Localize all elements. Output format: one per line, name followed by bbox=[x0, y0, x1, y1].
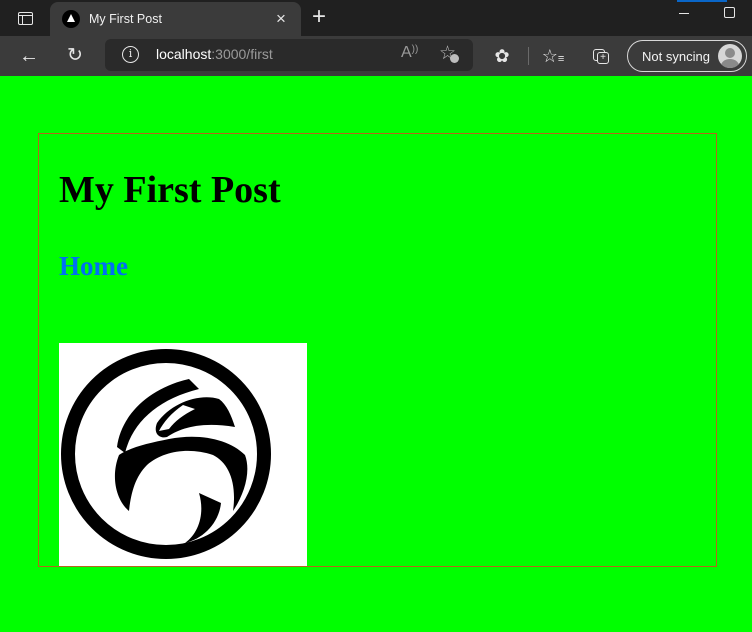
read-aloud-icon[interactable]: A)) bbox=[401, 44, 418, 62]
minimize-window-button[interactable] bbox=[675, 6, 695, 20]
avatar-head bbox=[725, 48, 735, 58]
reload-button[interactable]: ↻ bbox=[60, 41, 90, 71]
tab-actions-button[interactable] bbox=[10, 5, 40, 31]
add-favorite-icon[interactable]: ☆ bbox=[439, 42, 459, 65]
home-link[interactable]: Home bbox=[59, 251, 128, 282]
favorites-lines: ≡ bbox=[557, 53, 565, 65]
address-bar[interactable]: i localhost:3000/first A)) ☆ bbox=[105, 39, 473, 71]
post-container: My First Post Home bbox=[38, 133, 717, 567]
collections-icon[interactable]: + bbox=[585, 41, 615, 71]
url-path: :3000/first bbox=[211, 46, 273, 62]
browser-toolbar: ← ↻ i localhost:3000/first A)) ☆ ✿ ☆≡ + … bbox=[0, 36, 752, 76]
plus-badge bbox=[450, 54, 459, 63]
toolbar-divider bbox=[528, 47, 529, 65]
url-text[interactable]: localhost:3000/first bbox=[156, 46, 273, 62]
favorites-star-glyph: ☆ bbox=[541, 46, 558, 66]
url-host: localhost bbox=[156, 46, 212, 62]
avatar-body bbox=[721, 59, 739, 68]
profile-sync-button[interactable]: Not syncing bbox=[627, 40, 747, 72]
browser-titlebar: My First Post × + bbox=[0, 0, 752, 36]
page-title: My First Post bbox=[59, 169, 281, 211]
extensions-icon[interactable]: ✿ bbox=[487, 41, 517, 71]
favorites-icon[interactable]: ☆≡ bbox=[538, 41, 568, 71]
browser-tab-active[interactable]: My First Post × bbox=[50, 2, 301, 36]
eagle-logo-icon bbox=[61, 349, 271, 559]
eagle-logo-image bbox=[59, 343, 307, 566]
window-accent-bar bbox=[677, 0, 727, 2]
close-tab-icon[interactable]: × bbox=[271, 9, 291, 29]
tab-actions-icon bbox=[17, 11, 33, 25]
profile-avatar-icon bbox=[718, 44, 742, 68]
site-favicon-icon bbox=[62, 10, 80, 28]
new-tab-button[interactable]: + bbox=[306, 5, 332, 31]
sync-status-label: Not syncing bbox=[642, 48, 710, 64]
tab-title: My First Post bbox=[89, 12, 162, 26]
read-aloud-glyph: A bbox=[401, 44, 412, 61]
back-button[interactable]: ← bbox=[14, 41, 44, 71]
collections-front-box: + bbox=[597, 52, 609, 64]
maximize-window-button[interactable] bbox=[724, 7, 735, 18]
read-aloud-waves: )) bbox=[411, 44, 419, 55]
site-info-icon[interactable]: i bbox=[122, 46, 139, 63]
